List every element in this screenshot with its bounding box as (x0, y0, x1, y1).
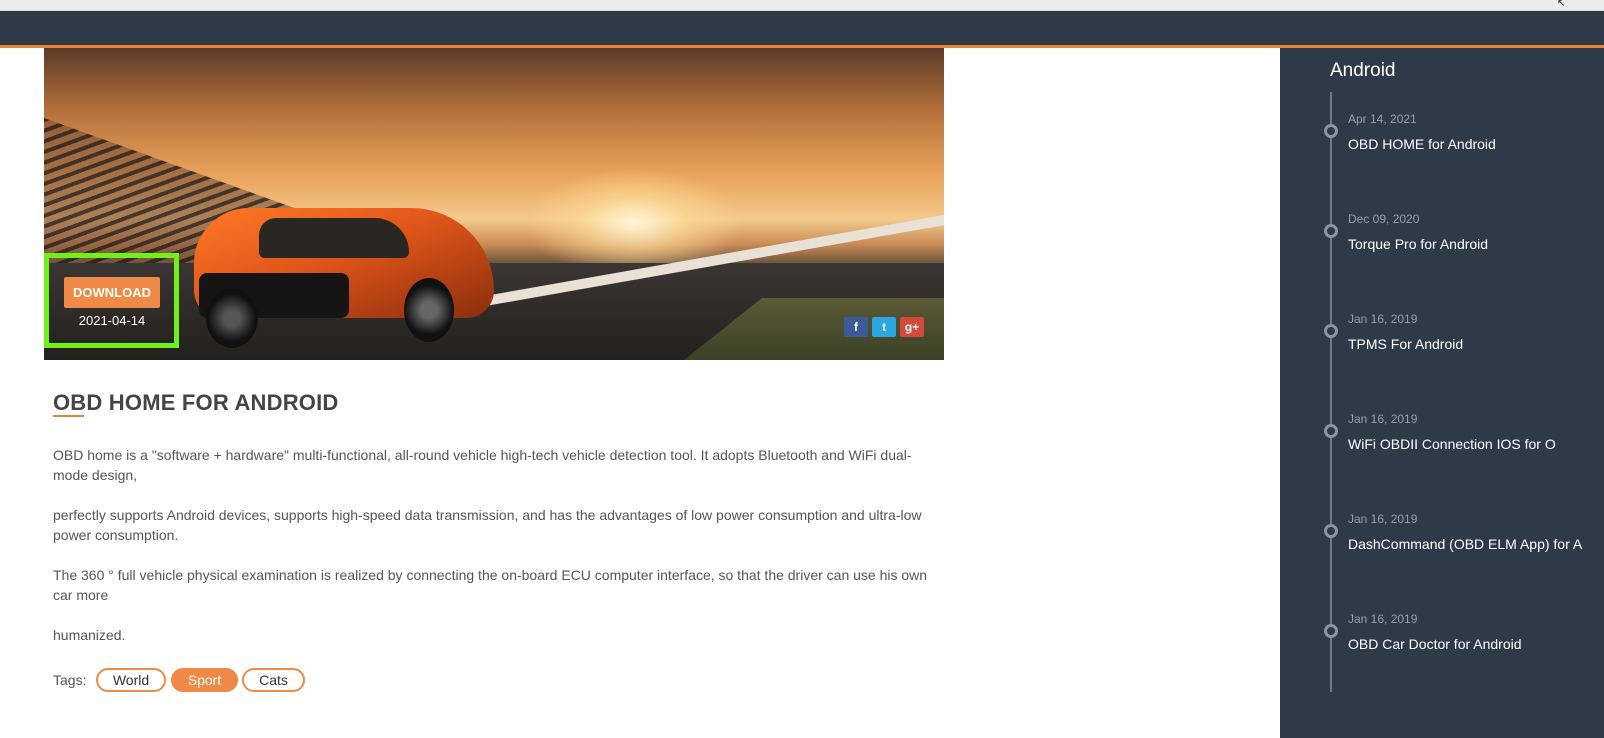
article-paragraph: perfectly supports Android devices, supp… (53, 507, 922, 543)
article-paragraph: humanized. (53, 627, 126, 643)
timeline-date: Jan 16, 2019 (1348, 312, 1418, 326)
timeline-dot (1324, 524, 1338, 538)
timeline-dot (1324, 624, 1338, 638)
sidebar-title: Android (1330, 60, 1396, 81)
timeline-link[interactable]: OBD HOME for Android (1348, 136, 1598, 152)
twitter-icon[interactable]: t (872, 317, 896, 337)
timeline-link[interactable]: TPMS For Android (1348, 336, 1598, 352)
google-plus-icon[interactable]: g+ (900, 317, 924, 337)
post-date: 2021-04-14 (78, 313, 146, 328)
car-wheel (404, 278, 454, 342)
mouse-cursor-icon: ↖ (1557, 0, 1566, 9)
timeline-dot (1324, 324, 1338, 338)
timeline-dot (1324, 224, 1338, 238)
timeline-dot (1324, 424, 1338, 438)
tag-world[interactable]: World (96, 668, 166, 692)
hero-image (44, 48, 944, 360)
browser-top-strip (0, 0, 1604, 11)
top-navbar (0, 11, 1604, 48)
tags-label: Tags: (53, 672, 87, 688)
timeline-link[interactable]: Torque Pro for Android (1348, 236, 1598, 252)
timeline-line (1330, 92, 1332, 692)
timeline-date: Jan 16, 2019 (1348, 412, 1418, 426)
timeline-date: Jan 16, 2019 (1348, 612, 1418, 626)
article-title: OBD HOME FOR ANDROID (53, 390, 339, 415)
timeline-date: Dec 09, 2020 (1348, 212, 1420, 226)
timeline-date: Apr 14, 2021 (1348, 112, 1417, 126)
timeline-link[interactable]: DashCommand (OBD ELM App) for A (1348, 536, 1598, 552)
facebook-icon[interactable]: f (844, 317, 868, 337)
timeline-link[interactable]: WiFi OBDII Connection IOS for O (1348, 436, 1598, 452)
car-wheel (206, 288, 258, 348)
tag-cats[interactable]: Cats (242, 668, 305, 692)
tag-sport[interactable]: Sport (171, 668, 238, 692)
timeline-dot (1324, 124, 1338, 138)
timeline-link[interactable]: OBD Car Doctor for Android (1348, 636, 1598, 652)
download-button[interactable]: DOWNLOAD (64, 277, 160, 308)
title-underline (53, 415, 84, 417)
article-paragraph: OBD home is a "software + hardware" mult… (53, 447, 912, 483)
timeline-date: Jan 16, 2019 (1348, 512, 1418, 526)
car-window (259, 218, 409, 258)
article-paragraph: The 360 ° full vehicle physical examinat… (53, 567, 928, 603)
